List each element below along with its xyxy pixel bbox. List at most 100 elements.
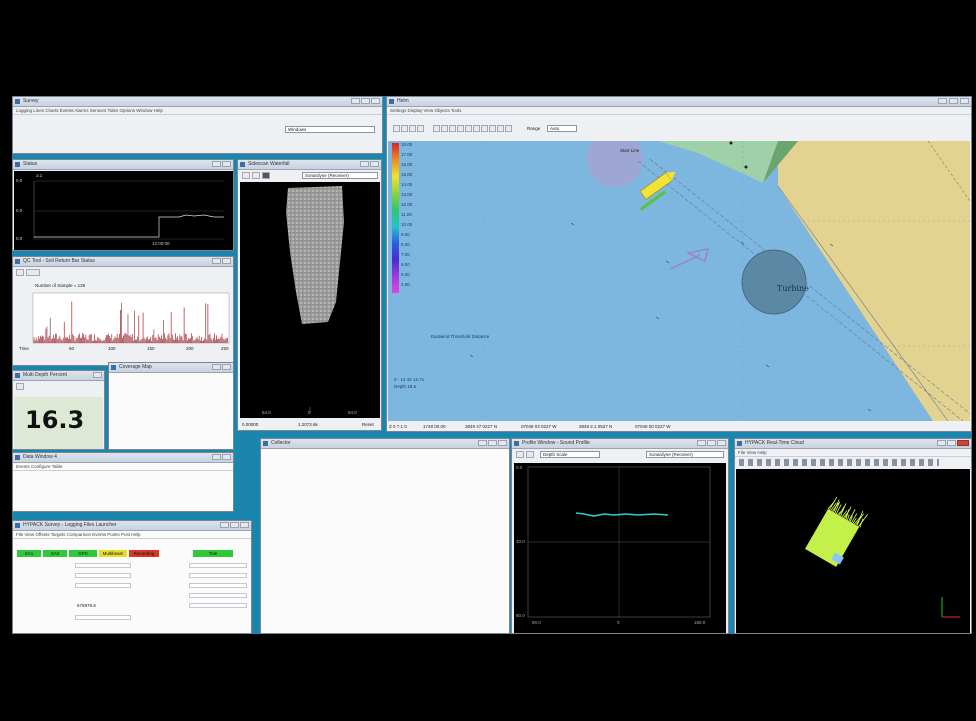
sidescan-titlebar[interactable]: Sidescan Waterfall [238, 160, 381, 170]
settings-button[interactable] [489, 125, 496, 132]
logging-menubar[interactable]: File View Offsets Targets Comparison Eve… [13, 531, 251, 539]
collector-window[interactable]: Collector [260, 438, 510, 634]
vessel-button[interactable] [481, 125, 488, 132]
depth-toolbar-button[interactable] [16, 383, 24, 390]
log-field-2[interactable] [189, 563, 247, 568]
log-field-7[interactable] [189, 593, 247, 598]
sidescan-reset-button[interactable]: Reset [362, 422, 374, 427]
maximize-button[interactable] [947, 440, 956, 446]
close-button[interactable] [222, 454, 231, 460]
target-button[interactable] [473, 125, 480, 132]
status-window[interactable]: Status 3.1 0.0 0.0 0.0 12:00:00 [12, 159, 234, 251]
status-titlebar[interactable]: Status [13, 160, 233, 170]
cloud-menubar[interactable]: File View Help [735, 449, 971, 457]
survey-titlebar[interactable]: Survey [13, 97, 382, 107]
sidescan-tool-3[interactable] [262, 172, 270, 179]
survey-window[interactable]: Survey Logging Lines Charts Events Alarm… [12, 96, 383, 154]
navmap-statusbar: Z 0 7.1 0 1749 00.00 3849 47 0227 N 07048 0… [389, 423, 969, 431]
maximize-button[interactable] [360, 161, 369, 167]
sidescan-window[interactable]: Sidescan Waterfall Sonardyne (Receiver) [237, 159, 382, 431]
maximize-button[interactable] [212, 161, 221, 167]
coverage-titlebar[interactable]: Coverage Map [109, 363, 233, 373]
zoom-out-button[interactable] [401, 125, 408, 132]
pan-button[interactable] [409, 125, 416, 132]
data-titlebar[interactable]: Data Window 4 [13, 453, 233, 463]
close-button[interactable] [222, 364, 231, 370]
print-button[interactable] [497, 125, 504, 132]
measure-button[interactable] [441, 125, 448, 132]
log-field-3[interactable] [75, 573, 131, 578]
depth-titlebar[interactable]: Multi Depth Percent [13, 371, 104, 381]
profile-window[interactable]: Profile Window - Sound Profile Depth Sca… [511, 438, 729, 634]
sidescan-source-dropdown[interactable]: Sonardyne (Receiver) [302, 172, 378, 179]
close-button[interactable] [370, 161, 379, 167]
maximize-button[interactable] [361, 98, 370, 104]
minimize-button[interactable] [937, 440, 946, 446]
navmap-titlebar[interactable]: Helm [387, 97, 971, 107]
map-canvas[interactable]: 18.00 17.00 16.00 15.00 14.00 13.00 12.00 11.00… [388, 141, 970, 421]
log-field-1[interactable] [75, 563, 131, 568]
windows-dropdown[interactable]: Windows [285, 126, 375, 133]
range-dropdown[interactable]: Auto [547, 125, 577, 132]
qc-toolbar-button-2[interactable] [26, 269, 40, 276]
log-field-8[interactable] [189, 603, 247, 608]
collector-titlebar[interactable]: Collector [261, 439, 509, 449]
minimize-button[interactable] [351, 98, 360, 104]
chart-button[interactable] [457, 125, 464, 132]
profile-tool-2[interactable] [526, 451, 534, 458]
logging-titlebar[interactable]: HYPACK Survey - Logging Files Launcher [13, 521, 251, 531]
close-button[interactable] [222, 161, 231, 167]
log-field-5[interactable] [75, 583, 131, 588]
layer-button[interactable] [433, 125, 440, 132]
zoom-in-button[interactable] [393, 125, 400, 132]
profile-source-dropdown[interactable]: Sonardyne (Receiver) [646, 451, 724, 458]
data-window[interactable]: Data Window 4 Events Configure Table [12, 452, 234, 512]
maximize-button[interactable] [212, 364, 221, 370]
logging-window[interactable]: HYPACK Survey - Logging Files Launcher F… [12, 520, 252, 634]
close-button[interactable] [498, 440, 507, 446]
maximize-button[interactable] [212, 258, 221, 264]
cloud-window[interactable]: HYPACK Real-Time Cloud File View Help [734, 438, 972, 634]
maximize-button[interactable] [212, 454, 221, 460]
close-button[interactable] [717, 440, 726, 446]
close-button[interactable] [957, 440, 969, 446]
sidescan-tool-2[interactable] [252, 172, 260, 179]
minimize-button[interactable] [220, 522, 229, 528]
log-field-6[interactable] [189, 583, 247, 588]
cloud-titlebar[interactable]: HYPACK Real-Time Cloud [735, 439, 971, 449]
navmap-window[interactable]: Helm Settings Display View Objects Tools… [386, 96, 972, 432]
log-field-9[interactable] [75, 615, 131, 620]
maximize-button[interactable] [230, 522, 239, 528]
qc-window[interactable]: QC Tool - Soil Return Bar Status Number … [12, 256, 234, 366]
sidescan-tool-1[interactable] [242, 172, 250, 179]
minimize-button[interactable] [938, 98, 947, 104]
close-button[interactable] [240, 522, 249, 528]
minimize-button[interactable] [697, 440, 706, 446]
profile-tool-1[interactable] [516, 451, 524, 458]
legend-label: 15.00 [401, 172, 413, 177]
refresh-button[interactable] [505, 125, 512, 132]
qc-toolbar-button[interactable] [16, 269, 24, 276]
maximize-button[interactable] [949, 98, 958, 104]
depth-scale-dropdown[interactable]: Depth Scale [540, 451, 600, 458]
log-field-4[interactable] [189, 573, 247, 578]
depth-window[interactable]: Multi Depth Percent 16.3 [12, 370, 105, 450]
close-button[interactable] [371, 98, 380, 104]
grid-button[interactable] [449, 125, 456, 132]
minimize-button[interactable] [478, 440, 487, 446]
cloud-viewport[interactable] [736, 469, 970, 633]
close-button[interactable] [93, 372, 102, 378]
close-button[interactable] [960, 98, 969, 104]
center-button[interactable] [417, 125, 424, 132]
maximize-button[interactable] [707, 440, 716, 446]
survey-menubar[interactable]: Logging Lines Charts Events Alarms Senso… [13, 107, 382, 115]
track-button[interactable] [465, 125, 472, 132]
maximize-button[interactable] [488, 440, 497, 446]
close-button[interactable] [222, 258, 231, 264]
qc-titlebar[interactable]: QC Tool - Soil Return Bar Status [13, 257, 233, 267]
coverage-window[interactable]: Coverage Map [108, 362, 234, 450]
profile-titlebar[interactable]: Profile Window - Sound Profile [512, 439, 728, 449]
cloud-toolbar[interactable] [739, 459, 939, 466]
navmap-menubar[interactable]: Settings Display View Objects Tools [387, 107, 971, 115]
data-menubar[interactable]: Events Configure Table [13, 463, 233, 471]
